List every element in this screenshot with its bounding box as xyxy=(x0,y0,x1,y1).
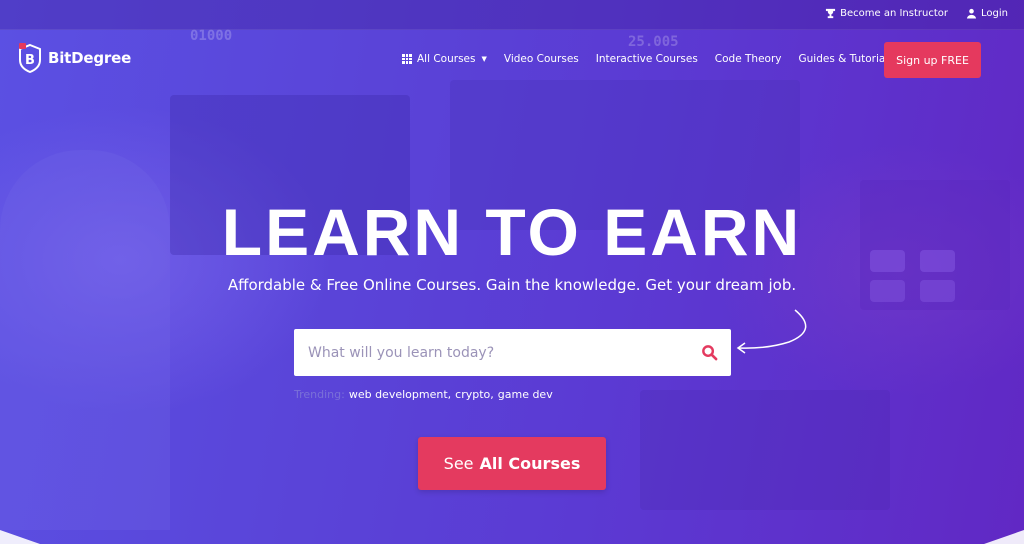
nav-guides-tutorials[interactable]: Guides & Tutorials xyxy=(799,53,894,65)
search-icon xyxy=(701,345,717,361)
become-instructor-link[interactable]: Become an Instructor xyxy=(825,8,948,19)
nav-interactive-courses[interactable]: Interactive Courses xyxy=(596,53,698,65)
bg-number: 01000 xyxy=(190,28,233,44)
become-instructor-label: Become an Instructor xyxy=(840,8,949,19)
trending-link-web-development[interactable]: web development, xyxy=(349,388,451,401)
grid-icon xyxy=(402,54,412,64)
cta-bold-label: All Courses xyxy=(479,454,581,473)
bitdegree-logo-icon: B xyxy=(19,43,41,73)
top-links: Become an Instructor Login xyxy=(825,8,1008,19)
corner-decoration xyxy=(984,530,1024,544)
main-nav: All Courses ▼ Video Courses Interactive … xyxy=(402,53,911,65)
trending-link-game-dev[interactable]: game dev xyxy=(498,388,553,401)
nav-all-courses[interactable]: All Courses ▼ xyxy=(402,53,487,65)
bg-number: 25.005 xyxy=(628,34,679,50)
corner-decoration xyxy=(0,530,40,544)
bg-shape xyxy=(640,390,890,510)
caret-down-icon: ▼ xyxy=(481,55,487,63)
hero-subheadline: Affordable & Free Online Courses. Gain t… xyxy=(227,276,797,294)
nav-video-courses[interactable]: Video Courses xyxy=(504,53,579,65)
cta-prefix: See xyxy=(443,454,474,473)
trending-link-crypto[interactable]: crypto, xyxy=(455,388,494,401)
search-button[interactable] xyxy=(687,329,731,376)
nav-all-courses-label: All Courses xyxy=(417,53,476,65)
see-all-courses-button[interactable]: See All Courses xyxy=(418,437,606,490)
top-bar: Become an Instructor Login xyxy=(0,0,1024,30)
login-label: Login xyxy=(981,8,1008,19)
login-link[interactable]: Login xyxy=(966,8,1008,19)
logo-text: BitDegree xyxy=(48,49,132,67)
trophy-icon xyxy=(826,8,836,19)
hero-headline: LEARN TO EARN xyxy=(221,195,803,269)
bitdegree-logo[interactable]: B BitDegree xyxy=(18,43,131,73)
search-input[interactable] xyxy=(294,329,687,376)
trending-label: Trending: xyxy=(294,388,345,401)
user-icon xyxy=(966,8,977,19)
trending-row: Trending: web development, crypto, game … xyxy=(294,388,553,401)
curved-arrow-icon xyxy=(736,309,807,354)
nav-code-theory[interactable]: Code Theory xyxy=(715,53,782,65)
svg-text:B: B xyxy=(25,53,35,68)
course-search-box xyxy=(294,329,731,376)
signup-button[interactable]: Sign up FREE xyxy=(884,42,981,78)
